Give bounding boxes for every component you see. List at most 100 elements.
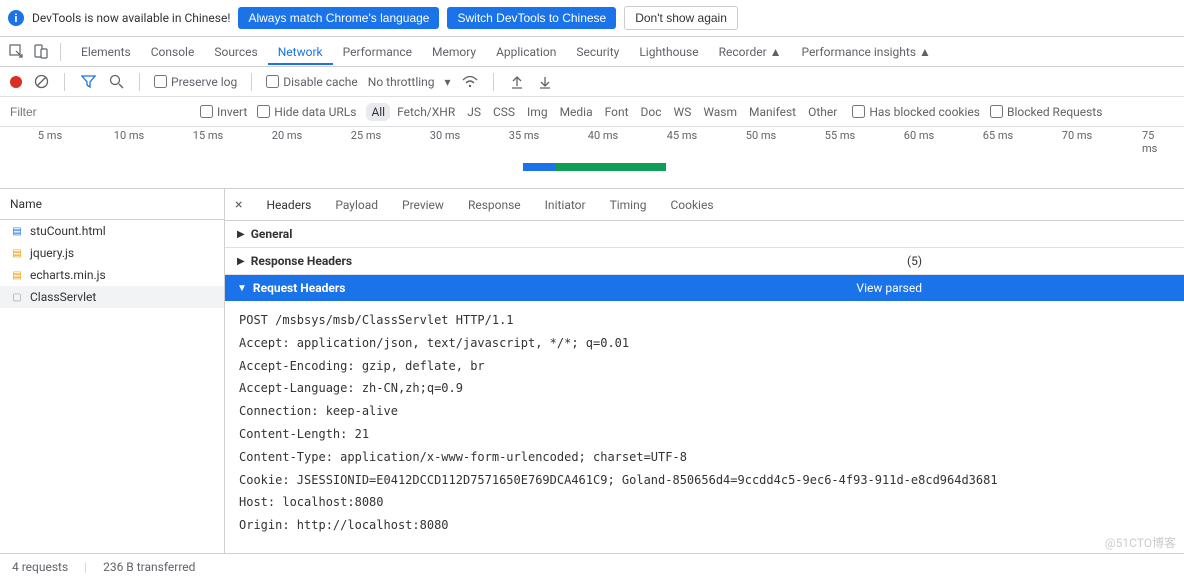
filter-type-css[interactable]: CSS [488, 103, 520, 121]
switch-chinese-button[interactable]: Switch DevTools to Chinese [447, 7, 616, 29]
filter-type-other[interactable]: Other [803, 103, 842, 121]
inspect-icon[interactable] [8, 43, 26, 61]
filter-type-doc[interactable]: Doc [636, 103, 667, 121]
upload-icon[interactable] [508, 73, 526, 91]
file-name: echarts.min.js [30, 268, 106, 282]
tick: 70 ms [1062, 129, 1092, 142]
record-button[interactable] [10, 76, 22, 88]
header-line: Origin: http://localhost:8080 [239, 514, 1170, 537]
blocked-requests-checkbox[interactable]: Blocked Requests [990, 105, 1102, 119]
preserve-log-checkbox[interactable]: Preserve log [154, 75, 237, 89]
view-parsed-link[interactable]: View parsed [856, 281, 922, 295]
filter-type-js[interactable]: JS [462, 103, 486, 121]
tab-security[interactable]: Security [566, 39, 629, 65]
tick: 30 ms [430, 129, 460, 142]
tick: 40 ms [588, 129, 618, 142]
tab-performance[interactable]: Performance [333, 39, 422, 65]
name-column-header[interactable]: Name [0, 189, 224, 220]
timeline-bar [556, 163, 666, 171]
filter-type-all[interactable]: All [366, 103, 390, 121]
filter-type-img[interactable]: Img [522, 103, 553, 121]
request-row[interactable]: ▢ ClassServlet [0, 286, 224, 308]
filter-type-manifest[interactable]: Manifest [744, 103, 801, 121]
tab-performance-insights-[interactable]: Performance insights ▲ [792, 39, 941, 65]
detail-tab-cookies[interactable]: Cookies [670, 198, 713, 212]
file-name: jquery.js [30, 246, 74, 260]
close-icon[interactable]: × [235, 197, 242, 213]
filter-type-media[interactable]: Media [555, 103, 598, 121]
transferred-size: 236 B transferred [103, 560, 195, 574]
tick: 50 ms [746, 129, 776, 142]
detail-tab-payload[interactable]: Payload [335, 198, 378, 212]
tab-application[interactable]: Application [486, 39, 566, 65]
general-section[interactable]: ▶General [225, 221, 1184, 248]
tab-sources[interactable]: Sources [204, 39, 267, 65]
detail-tab-response[interactable]: Response [468, 198, 521, 212]
filter-toggle-icon[interactable] [79, 73, 97, 91]
tick: 55 ms [825, 129, 855, 142]
tick: 25 ms [351, 129, 381, 142]
detail-tab-timing[interactable]: Timing [610, 198, 647, 212]
header-line: Accept: application/json, text/javascrip… [239, 332, 1170, 355]
detail-tab-preview[interactable]: Preview [402, 198, 444, 212]
tab-memory[interactable]: Memory [422, 39, 486, 65]
request-row[interactable]: ▤ jquery.js [0, 242, 224, 264]
detail-tab-initiator[interactable]: Initiator [545, 198, 586, 212]
request-headers-body: POST /msbsys/msb/ClassServlet HTTP/1.1Ac… [225, 301, 1184, 545]
network-toolbar: Preserve log Disable cache No throttling… [0, 67, 1184, 97]
request-detail: × Headers Payload Preview Response Initiator… [225, 189, 1184, 578]
tick: 65 ms [983, 129, 1013, 142]
language-info-bar: i DevTools is now available in Chinese! … [0, 0, 1184, 37]
header-line: Content-Type: application/x-www-form-url… [239, 446, 1170, 469]
detail-tab-headers[interactable]: Headers [266, 198, 311, 212]
filter-type-wasm[interactable]: Wasm [698, 103, 742, 121]
wifi-icon[interactable] [461, 73, 479, 91]
chevron-down-icon[interactable]: ▾ [445, 75, 451, 89]
devtools-tabbar: ElementsConsoleSourcesNetworkPerformance… [0, 37, 1184, 67]
header-line: Accept-Encoding: gzip, deflate, br [239, 355, 1170, 378]
device-icon[interactable] [32, 43, 50, 61]
filter-type-fetchxhr[interactable]: Fetch/XHR [392, 103, 460, 121]
header-line: Host: localhost:8080 [239, 491, 1170, 514]
header-line: Content-Length: 21 [239, 423, 1170, 446]
filter-type-ws[interactable]: WS [669, 103, 697, 121]
filter-bar: Invert Hide data URLs AllFetch/XHRJSCSSI… [0, 97, 1184, 127]
disable-cache-checkbox[interactable]: Disable cache [266, 75, 358, 89]
tab-console[interactable]: Console [141, 39, 205, 65]
status-bar: 4 requests | 236 B transferred [0, 553, 1184, 579]
search-icon[interactable] [107, 73, 125, 91]
info-icon: i [8, 10, 24, 26]
download-icon[interactable] [536, 73, 554, 91]
request-row[interactable]: ▤ echarts.min.js [0, 264, 224, 286]
file-name: ClassServlet [30, 290, 96, 304]
requests-count: 4 requests [12, 560, 68, 574]
dont-show-button[interactable]: Don't show again [624, 6, 738, 30]
timeline-overview[interactable]: 5 ms10 ms15 ms20 ms25 ms30 ms35 ms40 ms4… [0, 127, 1184, 189]
hide-dataurls-checkbox[interactable]: Hide data URLs [257, 105, 356, 119]
file-icon: ▤ [10, 224, 24, 238]
tab-recorder-[interactable]: Recorder ▲ [709, 39, 792, 65]
tick: 15 ms [193, 129, 223, 142]
tick: 35 ms [509, 129, 539, 142]
invert-checkbox[interactable]: Invert [200, 105, 247, 119]
tick: 10 ms [114, 129, 144, 142]
has-blocked-cookies-checkbox[interactable]: Has blocked cookies [852, 105, 980, 119]
file-icon: ▢ [10, 290, 24, 304]
header-line: Accept-Language: zh-CN,zh;q=0.9 [239, 377, 1170, 400]
file-icon: ▤ [10, 246, 24, 260]
clear-icon[interactable] [32, 73, 50, 91]
response-headers-section[interactable]: ▶Response Headers(5) [225, 248, 1184, 275]
filter-type-font[interactable]: Font [600, 103, 634, 121]
request-headers-section[interactable]: ▼Request HeadersView parsed [225, 275, 1184, 301]
request-row[interactable]: ▤ stuCount.html [0, 220, 224, 242]
tab-network[interactable]: Network [268, 39, 333, 65]
match-language-button[interactable]: Always match Chrome's language [238, 7, 439, 29]
file-name: stuCount.html [30, 224, 106, 238]
header-line: Cookie: JSESSIONID=E0412DCCD112D7571650E… [239, 469, 1170, 492]
throttling-select[interactable]: No throttling [368, 75, 435, 89]
file-icon: ▤ [10, 268, 24, 282]
tab-elements[interactable]: Elements [71, 39, 141, 65]
header-line: POST /msbsys/msb/ClassServlet HTTP/1.1 [239, 309, 1170, 332]
tab-lighthouse[interactable]: Lighthouse [629, 39, 708, 65]
filter-input[interactable] [10, 105, 190, 119]
